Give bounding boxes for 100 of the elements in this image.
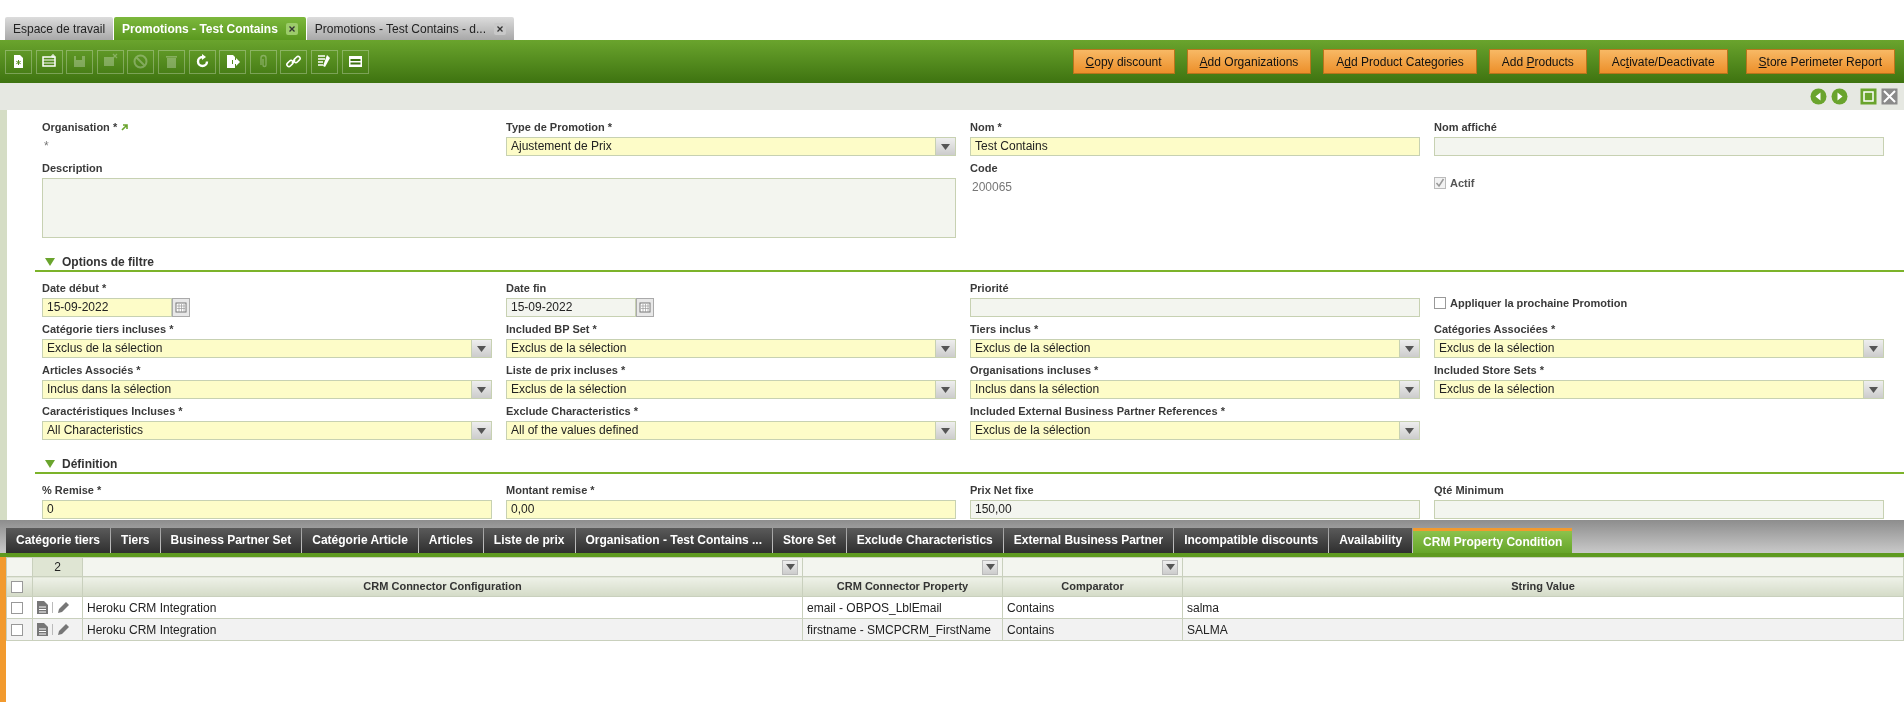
subtab[interactable]: Articles: [418, 528, 483, 553]
dropdown-field[interactable]: All Characteristics: [42, 421, 492, 440]
dropdown-field[interactable]: Inclus dans la sélection: [42, 380, 492, 399]
field-label: Montant remise *: [506, 483, 596, 497]
dropdown-arrow-icon[interactable]: [941, 143, 950, 150]
calendar-icon[interactable]: [172, 298, 190, 317]
dropdown-arrow-icon[interactable]: [1405, 345, 1414, 352]
previous-icon[interactable]: [1810, 88, 1827, 105]
action-button[interactable]: Add Organizations: [1186, 49, 1312, 74]
dropdown-field[interactable]: All of the values defined: [506, 421, 956, 440]
subtab[interactable]: Catégorie tiers: [6, 528, 111, 553]
link-icon[interactable]: [280, 49, 308, 74]
field-label: Organisations incluses *: [970, 363, 1100, 377]
new-row-icon[interactable]: [35, 49, 63, 74]
document-icon[interactable]: [37, 601, 48, 614]
subtab[interactable]: Store Set: [773, 528, 846, 553]
input-field[interactable]: [1434, 500, 1884, 519]
field-label: Included External Business Partner References *: [970, 404, 1226, 418]
section-title[interactable]: Options de filtre: [62, 253, 154, 271]
checkbox[interactable]: [11, 623, 23, 636]
dropdown-arrow-icon[interactable]: [941, 427, 950, 434]
field-label: % Remise *: [42, 483, 103, 497]
field-label: Code: [970, 161, 999, 175]
input-field[interactable]: [970, 298, 1420, 317]
action-button[interactable]: Activate/Deactivate: [1598, 49, 1728, 74]
dropdown-field[interactable]: Exclus de la sélection: [970, 339, 1420, 358]
input-field[interactable]: [1434, 137, 1884, 156]
checkbox[interactable]: [11, 601, 23, 614]
subtab[interactable]: Liste de prix: [483, 528, 575, 553]
field-label: Organisation *: [42, 120, 118, 134]
table-cell: salma: [1182, 596, 1904, 619]
dropdown-arrow-icon[interactable]: [477, 345, 486, 352]
dropdown-arrow-icon[interactable]: [1869, 345, 1878, 352]
maximize-icon[interactable]: [1860, 88, 1877, 105]
dropdown-field[interactable]: Exclus de la sélection: [970, 421, 1420, 440]
dropdown-arrow-icon[interactable]: [941, 345, 950, 352]
dropdown-arrow-icon[interactable]: [1405, 427, 1414, 434]
column-header[interactable]: CRM Connector Configuration: [82, 576, 803, 597]
collapse-arrow-icon[interactable]: [45, 258, 55, 266]
table-cell: firstname - SMCPCRM_FirstName: [802, 618, 1003, 641]
dropdown-arrow-icon[interactable]: [477, 386, 486, 393]
dropdown-arrow-icon: [1165, 564, 1175, 570]
checkbox[interactable]: [1434, 297, 1446, 310]
subtab[interactable]: External Business Partner: [1003, 528, 1174, 553]
filter-menu-button[interactable]: [1162, 559, 1178, 575]
link-arrow-icon[interactable]: [121, 123, 129, 131]
input-field[interactable]: Test Contains: [970, 137, 1420, 156]
edit-icon[interactable]: [57, 623, 70, 636]
subtab[interactable]: Availability: [1329, 528, 1413, 553]
field-label: Caractéristiques Incluses *: [42, 404, 184, 418]
document-icon[interactable]: [37, 623, 48, 636]
column-header[interactable]: String Value: [1182, 576, 1904, 597]
dropdown-field[interactable]: Exclus de la sélection: [1434, 339, 1884, 358]
dropdown-field[interactable]: Exclus de la sélection: [1434, 380, 1884, 399]
subtab[interactable]: Organisation - Test Contains ...: [575, 528, 772, 553]
window-tab[interactable]: Promotions - Test Contains - d...: [306, 17, 515, 40]
filter-menu-button[interactable]: [782, 559, 798, 575]
next-icon[interactable]: [1831, 88, 1848, 105]
refresh-icon[interactable]: [188, 49, 216, 74]
dropdown-arrow-icon[interactable]: [941, 386, 950, 393]
checkbox[interactable]: [11, 580, 23, 593]
date-field[interactable]: 15-09-2022: [42, 298, 172, 317]
dropdown-field[interactable]: Exclus de la sélection: [506, 380, 956, 399]
checkbox-label: Actif: [1450, 176, 1475, 191]
subtab[interactable]: Business Partner Set: [160, 528, 302, 553]
filter-menu-button[interactable]: [982, 559, 998, 575]
action-button[interactable]: Add Products: [1488, 49, 1587, 74]
field-label: Tiers inclus *: [970, 322, 1040, 336]
input-field[interactable]: 0: [42, 500, 492, 519]
action-button[interactable]: Add Product Categories: [1323, 49, 1477, 74]
input-field[interactable]: 150,00: [970, 500, 1420, 519]
subtab[interactable]: Tiers: [111, 528, 160, 553]
subtab[interactable]: Exclude Characteristics: [846, 528, 1003, 553]
subtab[interactable]: Incompatible discounts: [1174, 528, 1329, 553]
export-icon[interactable]: [219, 49, 247, 74]
input-field[interactable]: 0,00: [506, 500, 956, 519]
tools-icon[interactable]: [310, 49, 338, 74]
new-document-icon[interactable]: [5, 49, 32, 74]
date-field[interactable]: 15-09-2022: [506, 298, 636, 317]
window-tab[interactable]: Espace de travail: [5, 17, 114, 40]
field-label: Liste de prix incluses *: [506, 363, 627, 377]
dropdown-arrow-icon[interactable]: [1405, 386, 1414, 393]
table-cell: Heroku CRM Integration: [82, 596, 803, 619]
collapse-arrow-icon[interactable]: [45, 460, 55, 468]
edit-icon[interactable]: [57, 601, 70, 614]
dropdown-field[interactable]: Inclus dans la sélection: [970, 380, 1420, 399]
table-cell: email - OBPOS_LblEmail: [802, 596, 1003, 619]
action-button[interactable]: Copy discount: [1072, 49, 1175, 74]
subtab[interactable]: Catégorie Article: [302, 528, 418, 553]
dropdown-field[interactable]: Exclus de la sélection: [42, 339, 492, 358]
close-icon[interactable]: [285, 22, 298, 35]
action-button[interactable]: Store Perimeter Report: [1745, 49, 1895, 74]
dropdown-field[interactable]: Ajustement de Prix: [506, 137, 956, 156]
dropdown-arrow-icon[interactable]: [1869, 386, 1878, 393]
field-label: Exclude Characteristics *: [506, 404, 640, 418]
calendar-icon[interactable]: [636, 298, 654, 317]
section-title[interactable]: Définition: [62, 455, 118, 473]
dropdown-arrow-icon[interactable]: [477, 427, 486, 434]
dropdown-field[interactable]: Exclus de la sélection: [506, 339, 956, 358]
toggle-view-icon[interactable]: [341, 49, 369, 74]
